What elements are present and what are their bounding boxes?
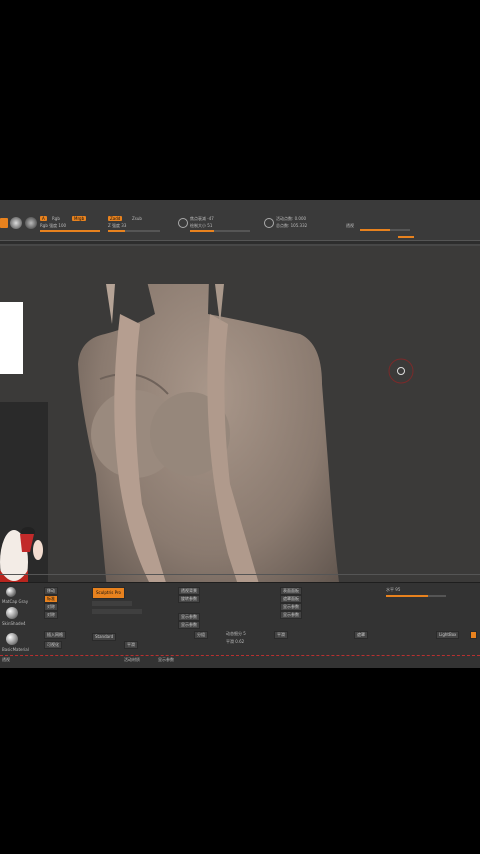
zsub-button[interactable]: Zsub: [132, 216, 142, 221]
btn-c3-4[interactable]: 显示参数: [178, 621, 200, 629]
btn-c4-2[interactable]: 遮罩面板: [280, 595, 302, 603]
top-toolbar: A Rgb Mrgb Rgb 强度 100 Zadd Zsub Z 强度 33 …: [0, 200, 480, 241]
btn-c5-3[interactable]: 平滑: [124, 641, 138, 649]
alpha-icon[interactable]: [25, 217, 37, 229]
fov-bar[interactable]: [360, 229, 410, 231]
btn-c5-2[interactable]: 可视化: [44, 641, 62, 649]
draw-size-bar[interactable]: [190, 230, 250, 232]
3d-viewport[interactable]: [0, 244, 480, 626]
material-label-2: SkinShade4: [2, 621, 26, 626]
reference-image: [0, 302, 23, 374]
slider-b[interactable]: [92, 609, 142, 614]
footer-1: 透视: [2, 657, 10, 662]
btn-c4-1[interactable]: 表面面板: [280, 587, 302, 595]
footer-2: 活动材质: [124, 657, 140, 662]
footer-3: 显示参数: [158, 657, 174, 662]
btn-c2-2[interactable]: 标准: [44, 595, 58, 603]
btn-c6-3[interactable]: 遮罩: [354, 631, 368, 639]
smooth-slider[interactable]: 平滑 0.62: [226, 639, 244, 644]
red-divider: [0, 655, 480, 656]
focal-shift-slider[interactable]: 焦点衰减 -47: [190, 216, 214, 221]
rgb-label[interactable]: Rgb: [52, 216, 60, 221]
stroke-icon[interactable]: [10, 217, 22, 229]
viewport-bottom-line: [0, 574, 480, 575]
btn-c4-4[interactable]: 显示参数: [280, 611, 302, 619]
brush-icon[interactable]: [0, 218, 8, 228]
btn-c2-4[interactable]: 对称: [44, 611, 58, 619]
btn-c3-3[interactable]: 显示参数: [178, 613, 200, 621]
rotate-cursor-icon: [388, 358, 414, 384]
material-label-1: MatCap Gray: [2, 599, 29, 604]
btn-c5-1[interactable]: 插入网格: [44, 631, 66, 639]
viewport-top-line: [0, 244, 480, 246]
btn-c3-2[interactable]: 旋转参数: [178, 595, 200, 603]
material-sphere-1[interactable]: [6, 587, 16, 597]
btn-c4-3[interactable]: 显示参数: [280, 603, 302, 611]
zbrush-window: A Rgb Mrgb Rgb 强度 100 Zadd Zsub Z 强度 33 …: [0, 200, 480, 668]
btn-c3-1[interactable]: 透视背景: [178, 587, 200, 595]
btn-c2-1[interactable]: 移动: [44, 587, 58, 595]
perspective-toggle[interactable]: 透视: [346, 223, 354, 228]
toolbar-divider: [0, 240, 480, 241]
scroll-indicator[interactable]: [398, 236, 414, 238]
total-points: 总点数: 105.332: [276, 223, 308, 228]
level-bar[interactable]: [386, 595, 446, 597]
standard-button[interactable]: Standard: [92, 633, 117, 641]
draw-size-slider[interactable]: 绘制大小 51: [190, 223, 212, 228]
focal-icon: [178, 218, 188, 228]
sculptris-pro-button[interactable]: Sculptris Pro: [92, 587, 125, 599]
lightbox-button[interactable]: LightBox: [436, 631, 460, 639]
active-points: 活动点数: 0.000: [276, 216, 307, 221]
a-toggle[interactable]: A: [40, 216, 47, 221]
sculpt-model[interactable]: [60, 284, 360, 622]
dynamic-subdiv-slider[interactable]: 动态细分 5: [226, 631, 246, 636]
slider-a[interactable]: [92, 601, 132, 606]
z-intensity-bar[interactable]: [108, 230, 160, 232]
z-intensity-slider[interactable]: Z 强度 33: [108, 223, 126, 228]
btn-c6-1[interactable]: 分组: [194, 631, 208, 639]
material-sphere-3[interactable]: [6, 633, 18, 645]
rgb-intensity-bar[interactable]: [40, 230, 100, 232]
material-label-3: BasicMaterial: [2, 647, 29, 652]
material-sphere-2[interactable]: [6, 607, 18, 619]
rgb-intensity-slider[interactable]: Rgb 强度 100: [40, 223, 66, 228]
level-slider[interactable]: 水平 95: [386, 587, 400, 592]
orange-toggle[interactable]: [470, 631, 478, 639]
mrgb-label[interactable]: Mrgb: [72, 216, 87, 221]
btn-c2-3[interactable]: 对称: [44, 603, 58, 611]
dynamic-icon[interactable]: [264, 218, 274, 228]
btn-c6-2[interactable]: 平滑: [274, 631, 288, 639]
zadd-button[interactable]: Zadd: [108, 216, 123, 221]
